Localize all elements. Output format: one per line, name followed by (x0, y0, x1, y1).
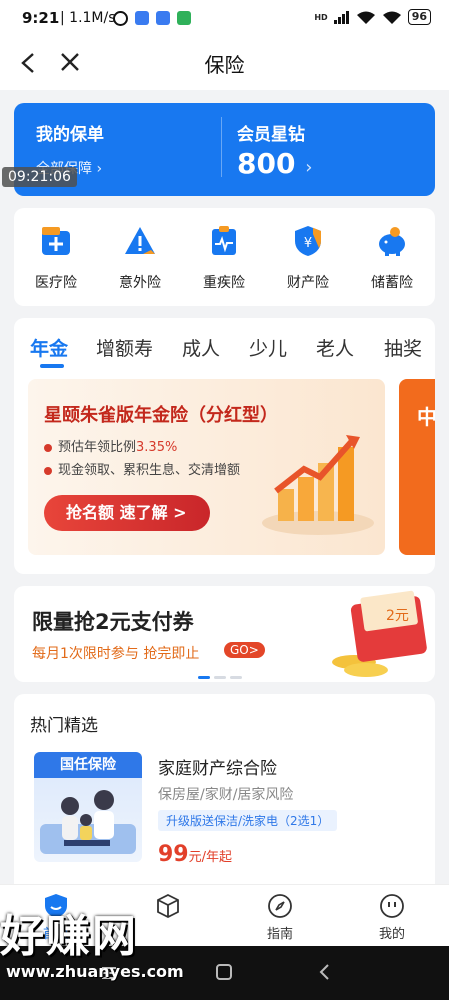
category-label: 储蓄险 (371, 275, 413, 291)
back-button-icon[interactable] (318, 963, 330, 981)
watermark-logo: 好赚网 (0, 911, 138, 962)
price-unit: 元/年起 (188, 850, 233, 865)
hot-picks-card: 热门精选 国任保险 家庭财产综合险 保房屋/家财/居家风险 升级版送保洁/洗家电… (14, 694, 435, 894)
price-value: 99 (158, 842, 189, 867)
category-label: 医疗险 (35, 275, 77, 291)
category-label: 重疾险 (203, 275, 245, 291)
chevron-right-icon: › (96, 161, 103, 177)
bottom-nav-mine[interactable]: 我的 (352, 893, 432, 942)
profile-icon (380, 894, 404, 918)
chevron-right-icon: › (305, 157, 313, 178)
status-bar: 9:21 | 1.1M/s HD 96 (0, 0, 449, 36)
critical-illness-icon (212, 226, 236, 255)
tab-lottery[interactable]: 抽奖 (384, 334, 422, 361)
status-time: 9:21 (22, 9, 60, 27)
upload-notification-icon (156, 11, 170, 25)
divider (221, 117, 222, 177)
battery-indicator: 96 (407, 9, 431, 25)
product-image[interactable]: 国任保险 (34, 752, 142, 862)
compass-icon (268, 894, 292, 918)
svg-text:¥: ¥ (304, 236, 312, 251)
wifi-icon-2 (382, 11, 401, 24)
policy-card: 我的保单 全部保障 › 会员星钻 800 › (14, 103, 435, 196)
status-speed: | 1.1M/s (60, 10, 116, 26)
bottom-nav-label: 我的 (378, 927, 405, 942)
growth-chart-illustration (262, 435, 374, 535)
category-critical[interactable]: 重疾险 (182, 224, 266, 292)
product-name[interactable]: 家庭财产综合险 (158, 754, 277, 779)
coupon-go-button[interactable]: GO> (224, 642, 265, 658)
family-illustration (40, 790, 136, 854)
product-brand: 国任保险 (34, 752, 142, 778)
carousel-dot-active (198, 676, 210, 679)
product-price: 99元/年起 (158, 842, 232, 867)
tab-increasing-life[interactable]: 增额寿 (96, 334, 153, 361)
banner-bullet-1: 预估年领比例3.35% (44, 436, 177, 455)
check-dot-icon (44, 466, 52, 475)
network-speed: 1.1M/s (69, 10, 116, 26)
tab-child[interactable]: 少儿 (249, 334, 287, 361)
category-label: 意外险 (119, 275, 161, 291)
points-value: 800 (237, 147, 296, 180)
tab-active-indicator (40, 364, 64, 368)
tab-adult[interactable]: 成人 (182, 334, 220, 361)
member-diamond-label[interactable]: 会员星钻 (237, 120, 305, 145)
banner-bullet-2: 现金领取、累积生息、交清增额 (44, 459, 240, 478)
bottom-nav-label: 指南 (266, 927, 293, 942)
category-savings[interactable]: 储蓄险 (350, 224, 434, 292)
carousel-dot (230, 676, 242, 679)
category-card: 医疗险 意外险 重疾险 ¥ 财产险 储蓄险 (14, 208, 435, 306)
watermark-url: www.zhuanyes.com (6, 962, 184, 981)
coupon-subtitle: 每月1次限时参与 抢完即止 (32, 646, 200, 662)
medical-icon (42, 227, 70, 255)
category-accident[interactable]: 意外险 (98, 224, 182, 292)
category-label: 财产险 (287, 275, 329, 291)
peek-title: 中 (417, 405, 435, 429)
member-points[interactable]: 800 › (237, 147, 312, 180)
bottom-nav-products[interactable] (128, 893, 208, 923)
alarm-icon (113, 11, 128, 26)
bullet-1-text: 预估年领比例 (58, 440, 137, 455)
red-envelope-illustration: 2元 (332, 590, 427, 677)
product-desc: 保房屋/家财/居家风险 (158, 787, 294, 803)
next-banner-peek[interactable]: 中 (399, 379, 435, 555)
signal-icon (333, 11, 349, 24)
coupon-title: 限量抢2元支付券 (32, 610, 194, 634)
product-tag: 升级版送保洁/洗家电（2选1） (158, 810, 338, 831)
top-nav: 保险 (0, 36, 449, 90)
product-tabs-card: 年金 增额寿 成人 少儿 老人 抽奖 星颐朱雀版年金险（分红型） 预估年领比例3… (14, 318, 435, 574)
check-dot-icon (44, 443, 52, 452)
category-property[interactable]: ¥ 财产险 (266, 224, 350, 292)
timestamp-overlay: 09:21:06 (2, 167, 77, 187)
message-notification-icon (177, 11, 191, 25)
svg-text:2元: 2元 (386, 608, 409, 624)
coupon-card[interactable]: 限量抢2元支付券 每月1次限时参与 抢完即止 GO> 2元 (14, 586, 435, 682)
grab-quota-button[interactable]: 抢名额 速了解 > (44, 495, 210, 531)
cube-icon (157, 893, 179, 919)
carousel-dot (214, 676, 226, 679)
banner-title: 星颐朱雀版年金险（分红型） (44, 405, 278, 426)
bullet-2-text: 现金领取、累积生息、交清增额 (58, 463, 241, 478)
wifi-icon (356, 11, 375, 24)
bullet-1-value: 3.35% (136, 440, 178, 455)
property-icon: ¥ (295, 226, 321, 256)
savings-icon (379, 227, 405, 256)
bottom-nav-guide[interactable]: 指南 (240, 893, 320, 942)
home-button-icon[interactable] (216, 964, 232, 980)
hd-badge: HD (314, 12, 328, 22)
hot-picks-title: 热门精选 (30, 716, 98, 736)
my-policy-link[interactable]: 我的保单 (36, 120, 104, 145)
tab-annuity[interactable]: 年金 (30, 334, 68, 361)
page-title: 保险 (204, 53, 245, 77)
tab-senior[interactable]: 老人 (316, 334, 354, 361)
annuity-banner[interactable]: 星颐朱雀版年金险（分红型） 预估年领比例3.35% 现金领取、累积生息、交清增额… (28, 379, 385, 555)
accident-icon (125, 227, 155, 254)
status-right: HD 96 (314, 9, 431, 25)
app-notification-icon (135, 11, 149, 25)
category-medical[interactable]: 医疗险 (14, 224, 98, 292)
